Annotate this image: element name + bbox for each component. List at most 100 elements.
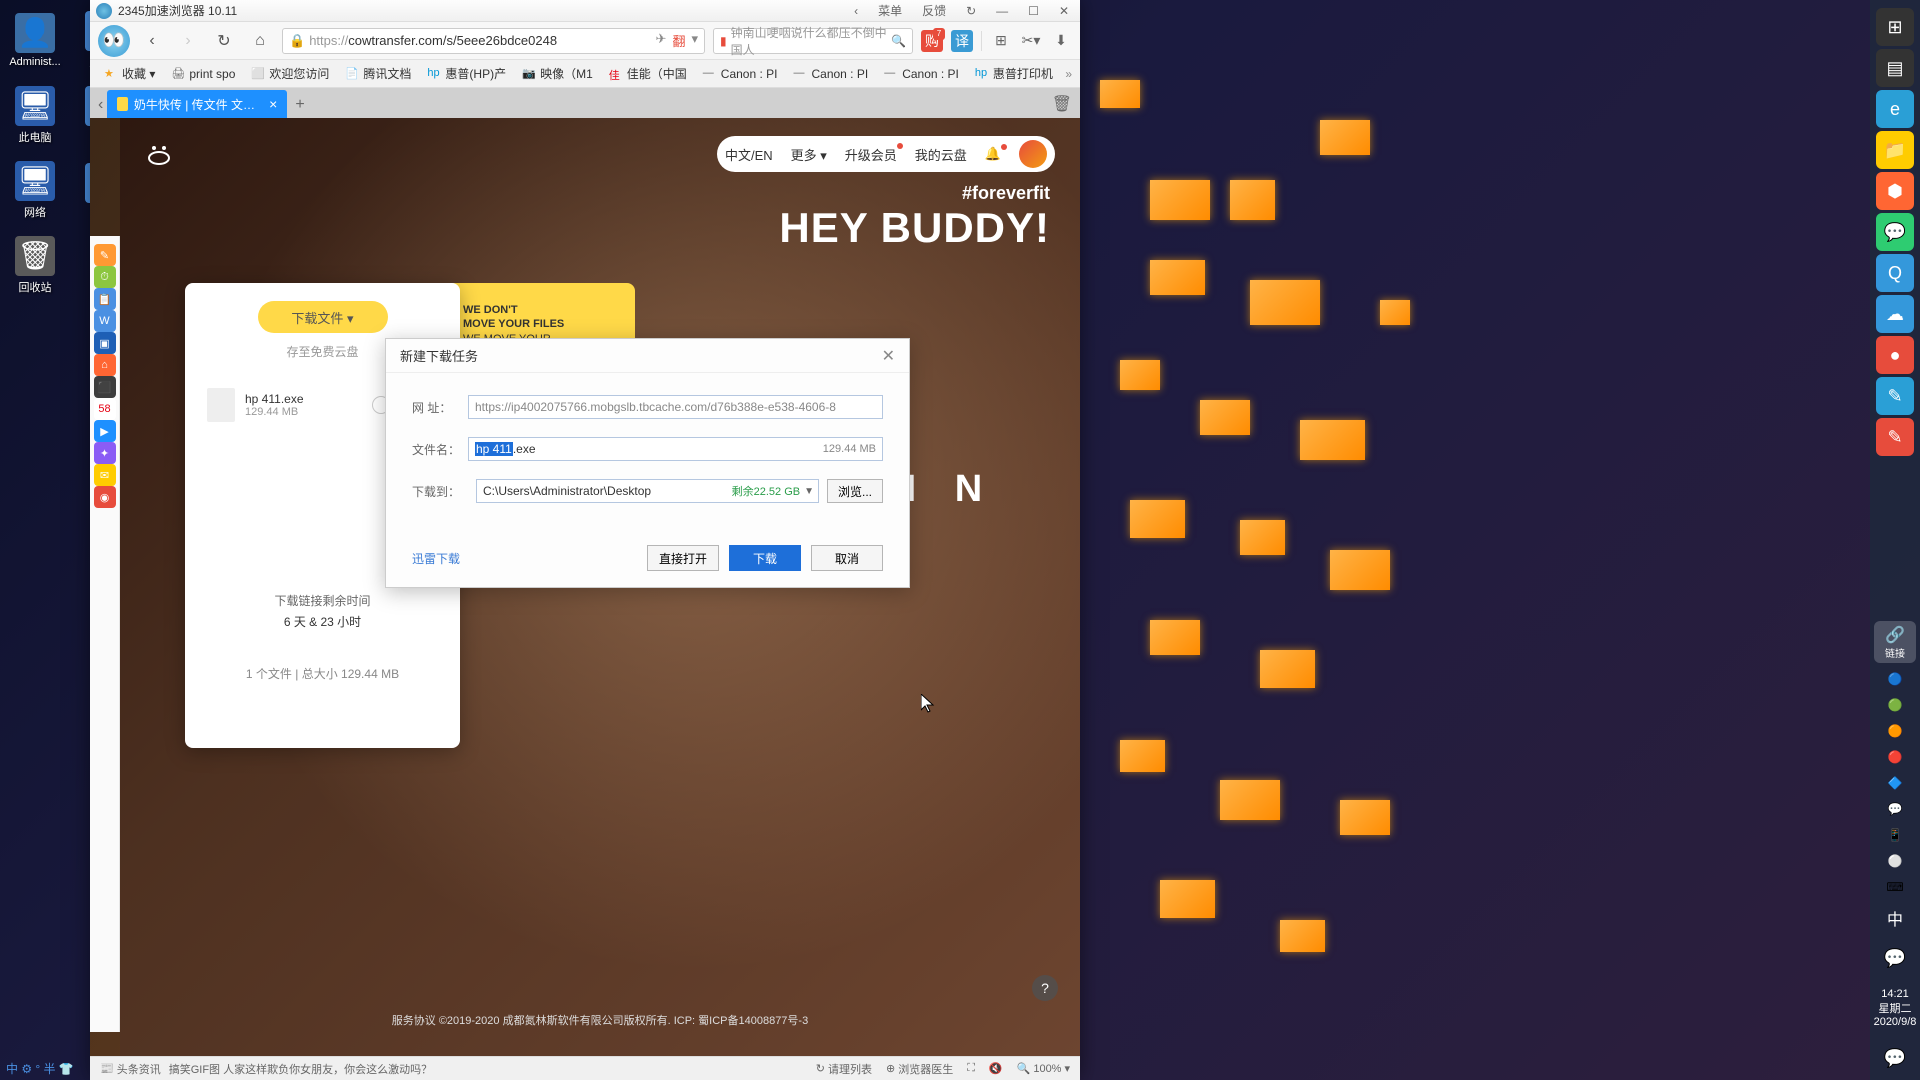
system-clock[interactable]: 14:21 星期二 2020/9/8 — [1872, 980, 1919, 1036]
right-tray-7[interactable]: ⚪ — [1885, 851, 1905, 871]
language-toggle[interactable]: 中文/EN — [725, 145, 773, 164]
sidebar-icon-3[interactable]: W — [94, 310, 116, 332]
bookmark-overflow[interactable]: » — [1065, 67, 1072, 81]
download-icon[interactable]: ⬇ — [1050, 30, 1072, 52]
right-tray-0[interactable]: 🔵 — [1885, 669, 1905, 689]
tab-active[interactable]: 奶牛快传 | 传文件 文件下载不… × — [107, 90, 287, 118]
sidebar-icon-8[interactable]: ▶ — [94, 420, 116, 442]
right-tray-8[interactable]: ⌨ — [1885, 877, 1905, 897]
mute-icon[interactable]: 🔇 — [989, 1062, 1003, 1075]
translate-icon[interactable]: 译 — [951, 30, 973, 52]
sidebar-icon-1[interactable]: ⏱ — [94, 266, 116, 288]
right-link-button[interactable]: 🔗 链接 — [1874, 621, 1916, 663]
right-tray-4[interactable]: 🔷 — [1885, 773, 1905, 793]
tab-add-button[interactable]: + — [287, 92, 312, 118]
menu-button[interactable]: 菜单 — [873, 2, 907, 19]
cowtransfer-logo-icon[interactable] — [145, 140, 173, 168]
close-window-button[interactable]: ✕ — [1054, 4, 1074, 18]
sidebar-icon-5[interactable]: ⌂ — [94, 354, 116, 376]
url-input[interactable]: 🔒 https:// cowtransfer.com/s/5eee26bdce0… — [282, 28, 705, 54]
path-dropdown-icon[interactable]: ▼ — [804, 486, 814, 497]
sidebar-icon-10[interactable]: ✉ — [94, 464, 116, 486]
path-field[interactable]: C:\Users\Administrator\Desktop 剩余22.52 G… — [476, 479, 819, 503]
refresh-icon[interactable]: ↻ — [961, 4, 981, 18]
right-tool-0[interactable]: ⊞ — [1876, 8, 1914, 46]
url-field[interactable]: https://ip4002075766.mobgslb.tbcache.com… — [468, 395, 883, 419]
xunlei-download-link[interactable]: 迅雷下载 — [412, 550, 460, 567]
ime-indicator[interactable]: 中 ⚙ ° 半 👕 — [0, 1056, 80, 1080]
bookmark-item-4[interactable]: hp惠普(HP)产 — [421, 63, 512, 84]
my-cloud-link[interactable]: 我的云盘 — [915, 145, 967, 164]
bookmark-item-8[interactable]: —Canon : PI — [787, 63, 874, 84]
url-action-icon[interactable]: ✈ — [656, 31, 667, 50]
sidebar-icon-0[interactable]: ✎ — [94, 244, 116, 266]
right-tool-7[interactable]: ☁ — [1876, 295, 1914, 333]
sidebar-icon-11[interactable]: ◉ — [94, 486, 116, 508]
right-tool-6[interactable]: Q — [1876, 254, 1914, 292]
dialog-close-button[interactable]: ✕ — [882, 346, 895, 366]
cancel-button[interactable]: 取消 — [811, 545, 883, 571]
url-dropdown-icon[interactable]: ▾ — [691, 31, 698, 50]
desktop-icon[interactable]: 🖥此电脑 — [5, 80, 65, 150]
right-tray-6[interactable]: 📱 — [1885, 825, 1905, 845]
url-translate-icon[interactable]: 翻 — [672, 31, 685, 50]
headlines-link[interactable]: 📰 头条资讯 — [100, 1061, 161, 1077]
bookmark-item-2[interactable]: ⬜欢迎您访问 — [245, 63, 335, 84]
browser-doctor-button[interactable]: ⊕ 浏览器医生 — [886, 1061, 953, 1077]
help-icon[interactable]: ? — [1032, 975, 1058, 1001]
tab-restore-icon[interactable]: 🗑 — [1048, 90, 1076, 118]
bookmark-item-3[interactable]: 📄腾讯文档 — [339, 63, 417, 84]
right-tool-4[interactable]: ⬢ — [1876, 172, 1914, 210]
sidebar-icon-2[interactable]: 📋 — [94, 288, 116, 310]
status-icon-1[interactable]: ⛶ — [967, 1062, 975, 1075]
bookmark-item-7[interactable]: —Canon : PI — [697, 63, 784, 84]
back-button[interactable]: ‹ — [138, 27, 166, 55]
forward-button[interactable]: › — [174, 27, 202, 55]
right-tool-3[interactable]: 📁 — [1876, 131, 1914, 169]
right-tray-1[interactable]: 🟢 — [1885, 695, 1905, 715]
scissors-icon[interactable]: ✂▾ — [1020, 30, 1042, 52]
right-tray-3[interactable]: 🔴 — [1885, 747, 1905, 767]
home-button[interactable]: ⌂ — [246, 27, 274, 55]
right-tray-2[interactable]: 🟠 — [1885, 721, 1905, 741]
nav-left-small[interactable]: ‹ — [849, 4, 863, 18]
tab-nav-left[interactable]: ‹ — [94, 92, 107, 118]
right-tool-1[interactable]: ▤ — [1876, 49, 1914, 87]
tab-close-button[interactable]: × — [269, 96, 277, 112]
maximize-button[interactable]: ☐ — [1023, 4, 1044, 18]
status-news-text[interactable]: 搞笑GIF图 人家这样欺负你女朋友，你会这么激动吗？ — [169, 1061, 432, 1077]
desktop-icon[interactable]: 🗑回收站 — [5, 230, 65, 300]
right-tool-5[interactable]: 💬 — [1876, 213, 1914, 251]
minimize-button[interactable]: — — [991, 4, 1013, 18]
right-tool-8[interactable]: ● — [1876, 336, 1914, 374]
clear-list-button[interactable]: ↻ 请理列表 — [816, 1061, 872, 1077]
bookmark-item-6[interactable]: 佳佳能（中国 — [603, 63, 693, 84]
upgrade-link[interactable]: 升级会员 — [845, 145, 897, 164]
bookmark-item-5[interactable]: 📷映像（M1 — [516, 63, 599, 84]
sidebar-icon-4[interactable]: ▣ — [94, 332, 116, 354]
sidebar-icon-7[interactable]: 58 — [94, 398, 116, 420]
bookmark-item-0[interactable]: ★收藏 ▾ — [98, 63, 161, 84]
right-tool-2[interactable]: e — [1876, 90, 1914, 128]
bookmark-item-10[interactable]: hp惠普打印机 — [969, 63, 1059, 84]
feedback-button[interactable]: 反馈 — [917, 2, 951, 19]
desktop-icon[interactable]: 👤Administ... — [5, 5, 65, 75]
bookmark-item-1[interactable]: 🖨print spo — [165, 63, 241, 84]
filename-field[interactable]: hp 411.exe 129.44 MB — [468, 437, 883, 461]
right-tool-9[interactable]: ✎ — [1876, 377, 1914, 415]
download-confirm-button[interactable]: 下载 — [729, 545, 801, 571]
shopping-icon[interactable]: 购7 — [921, 30, 943, 52]
sidebar-icon-6[interactable]: ⬛ — [94, 376, 116, 398]
right-tray-5[interactable]: 💬 — [1885, 799, 1905, 819]
sidebar-icon-9[interactable]: ✦ — [94, 442, 116, 464]
notifications-icon[interactable]: 🔔 — [985, 146, 1001, 162]
reload-button[interactable]: ↻ — [210, 27, 238, 55]
more-menu[interactable]: 更多 ▾ — [791, 145, 827, 164]
bookmark-item-9[interactable]: —Canon : PI — [878, 63, 965, 84]
right-tool-10[interactable]: ✎ — [1876, 418, 1914, 456]
zoom-control[interactable]: 🔍 100% ▾ — [1017, 1062, 1070, 1075]
apps-icon[interactable]: ⊞ — [990, 30, 1012, 52]
desktop-icon[interactable]: 🖥网络 — [5, 155, 65, 225]
open-direct-button[interactable]: 直接打开 — [647, 545, 719, 571]
search-input[interactable]: ▮ 钟南山哽咽说什么都压不倒中国人 🔍 — [713, 28, 913, 54]
